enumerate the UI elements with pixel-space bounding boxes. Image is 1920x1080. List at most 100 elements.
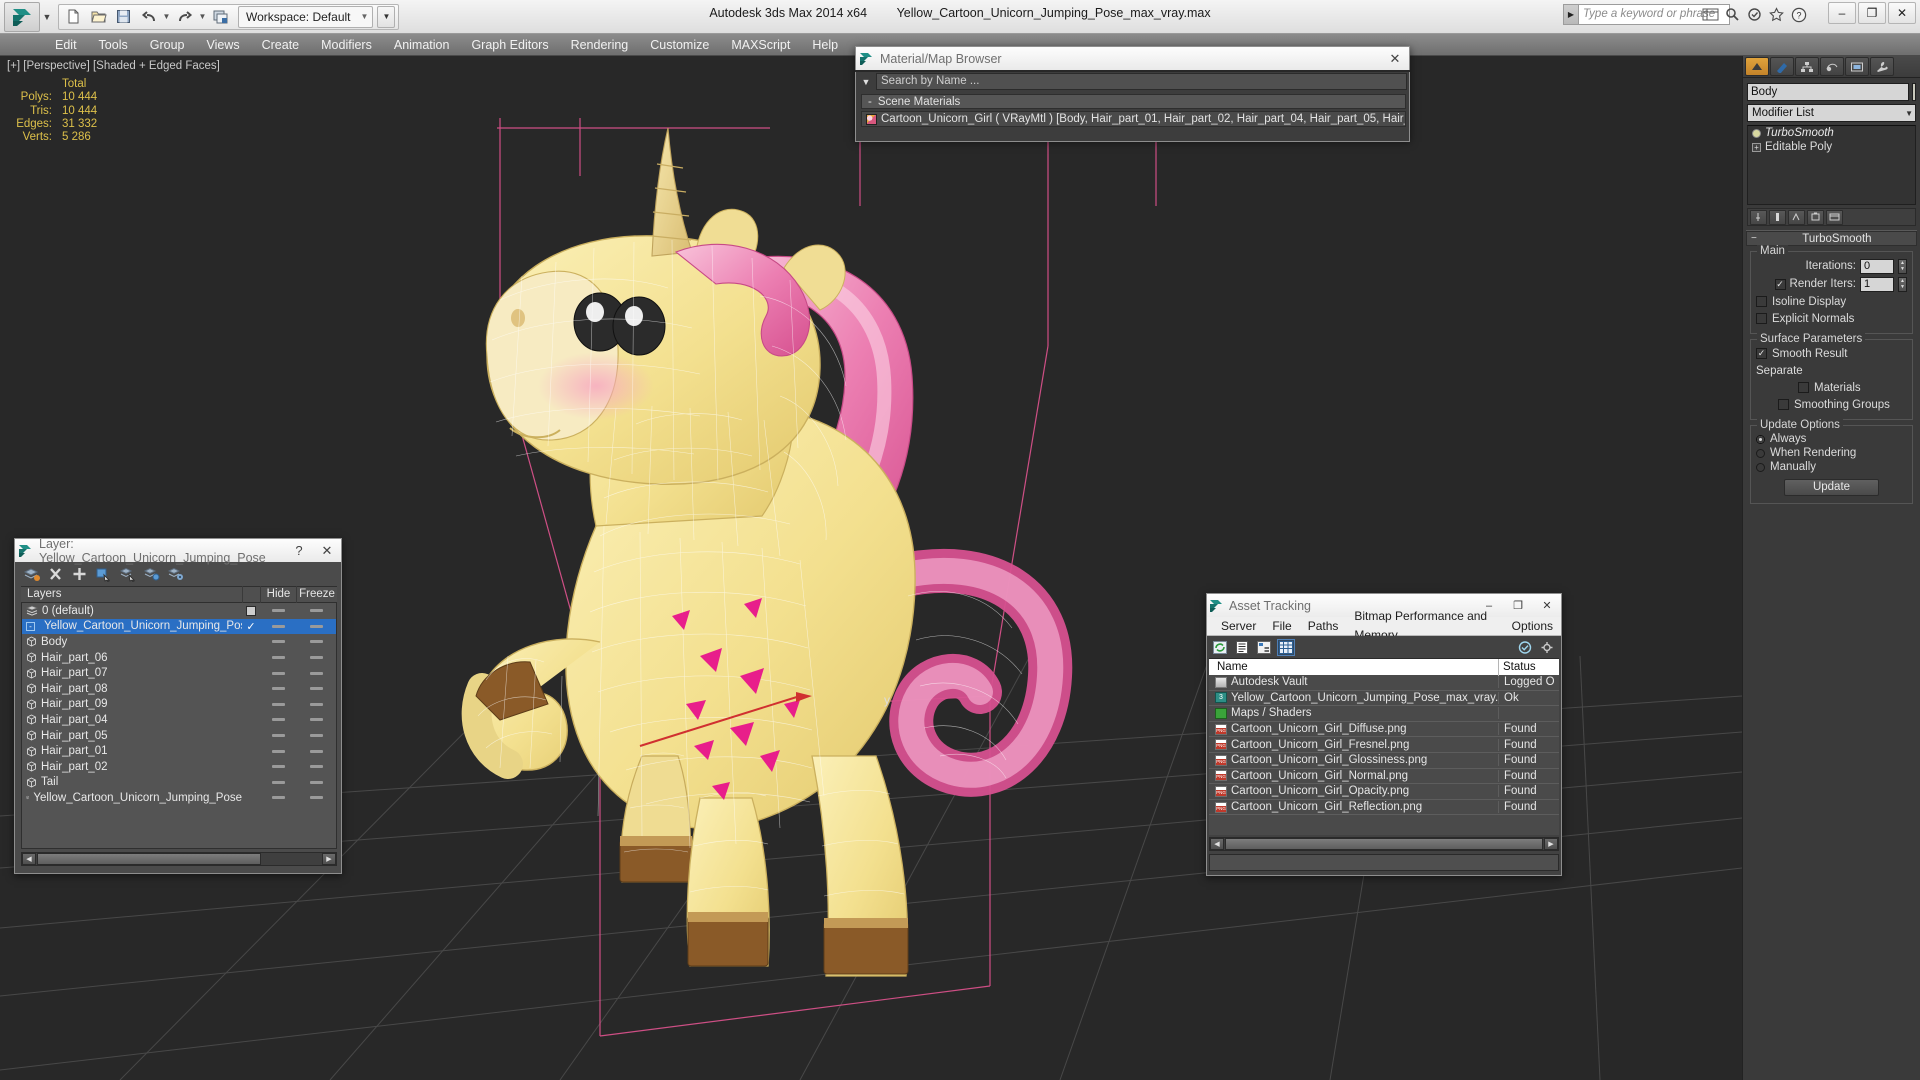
tab-create[interactable] xyxy=(1745,57,1769,76)
hide-dash-icon[interactable] xyxy=(271,624,285,628)
asset-table-body[interactable]: Autodesk Vault Logged O 3 Yellow_Cartoon_Un… xyxy=(1209,675,1559,835)
render-iters-spinner[interactable]: ▲ ▼ xyxy=(1898,276,1907,292)
vault-settings-icon[interactable] xyxy=(1538,639,1556,656)
select-layer-objects-icon[interactable] xyxy=(119,566,136,583)
redo-dropdown-caret-icon[interactable]: ▼ xyxy=(198,12,207,21)
layer-freeze-cell[interactable] xyxy=(296,780,336,784)
scene-materials-toggle-icon[interactable]: - xyxy=(868,96,872,108)
modifier-stack[interactable]: TurboSmooth + Editable Poly xyxy=(1747,125,1916,205)
material-list-item[interactable]: Cartoon_Unicorn_Girl ( VRayMtl ) [Body, … xyxy=(861,111,1406,127)
layer-row[interactable]: 0 (default) xyxy=(22,603,336,619)
asset-row[interactable]: Autodesk Vault Logged O xyxy=(1209,675,1559,691)
layer-freeze-cell[interactable] xyxy=(296,765,336,769)
menu-item-animation[interactable]: Animation xyxy=(383,34,461,56)
iterations-spinner[interactable]: ▲ ▼ xyxy=(1898,258,1907,274)
scroll-left-icon[interactable]: ◀ xyxy=(22,853,36,865)
layer-freeze-cell[interactable] xyxy=(296,749,336,753)
pin-stack-icon[interactable] xyxy=(1750,209,1767,225)
layer-hide-cell[interactable] xyxy=(260,718,296,722)
layer-name-cell[interactable]: Hair_part_02 xyxy=(22,761,242,773)
radio-button[interactable] xyxy=(1756,462,1765,472)
layer-current-checkbox[interactable] xyxy=(246,605,256,616)
modifier-list-dropdown[interactable]: Modifier List ▼ xyxy=(1747,104,1916,122)
scroll-thumb[interactable] xyxy=(37,853,261,865)
asset-row[interactable]: Cartoon_Unicorn_Girl_Diffuse.png Found xyxy=(1209,722,1559,738)
infocenter-icon[interactable] xyxy=(1701,5,1720,24)
update-button[interactable]: Update xyxy=(1784,479,1879,496)
layer-hide-cell[interactable] xyxy=(260,796,296,800)
minimize-button[interactable]: – xyxy=(1828,2,1856,24)
asset-menu-item-paths[interactable]: Paths xyxy=(1300,617,1347,636)
light-bulb-icon[interactable] xyxy=(1752,128,1761,138)
smooth-result-checkbox[interactable] xyxy=(1756,348,1767,359)
update-option-row[interactable]: When Rendering xyxy=(1756,446,1907,460)
layer-dialog[interactable]: Layer: Yellow_Cartoon_Unicorn_Jumping_Po… xyxy=(14,537,342,874)
menu-item-create[interactable]: Create xyxy=(251,34,311,56)
layer-hide-cell[interactable] xyxy=(260,734,296,738)
close-button[interactable]: ✕ xyxy=(1888,2,1916,24)
object-name-input[interactable] xyxy=(1747,83,1909,101)
layer-name-cell[interactable]: Hair_part_06 xyxy=(22,652,242,664)
freeze-dash-icon[interactable] xyxy=(309,796,323,800)
separate-smoothing-groups-checkbox[interactable] xyxy=(1778,399,1789,410)
asset-scroll-right-icon[interactable]: ▶ xyxy=(1544,838,1558,850)
menu-item-group[interactable]: Group xyxy=(139,34,196,56)
rollout-toggle-icon[interactable]: − xyxy=(1751,233,1757,244)
menu-item-edit[interactable]: Edit xyxy=(44,34,88,56)
layer-hide-cell[interactable] xyxy=(260,780,296,784)
layer-current-check-icon[interactable]: ✓ xyxy=(246,620,255,633)
layer-freeze-cell[interactable] xyxy=(296,656,336,660)
rollout-header[interactable]: − TurboSmooth xyxy=(1746,231,1917,246)
asset-name-cell[interactable]: Maps / Shaders xyxy=(1209,707,1499,720)
tab-hierarchy[interactable] xyxy=(1795,57,1819,76)
hide-dash-icon[interactable] xyxy=(271,640,285,644)
hide-dash-icon[interactable] xyxy=(271,702,285,706)
isoline-display-checkbox[interactable] xyxy=(1756,296,1767,307)
menu-item-graph-editors[interactable]: Graph Editors xyxy=(460,34,559,56)
expand-plus-icon[interactable]: + xyxy=(1752,142,1761,152)
freeze-dash-icon[interactable] xyxy=(309,687,323,691)
workspace-dropdown-button[interactable]: ▼ xyxy=(377,5,396,28)
layer-current-cell[interactable]: ✓ xyxy=(242,620,260,633)
menu-item-maxscript[interactable]: MAXScript xyxy=(720,34,801,56)
app-logo-button[interactable] xyxy=(4,2,40,32)
freeze-dash-icon[interactable] xyxy=(309,702,323,706)
create-new-layer-icon[interactable] xyxy=(23,566,40,583)
add-selection-icon[interactable] xyxy=(71,566,88,583)
layer-name-cell[interactable]: Hair_part_09 xyxy=(22,698,242,710)
layer-row[interactable]: Hair_part_07 xyxy=(22,665,336,681)
layer-name-cell[interactable]: Tail xyxy=(22,776,242,788)
asset-row[interactable]: Cartoon_Unicorn_Girl_Reflection.png Found xyxy=(1209,800,1559,816)
layer-properties-icon[interactable] xyxy=(167,566,184,583)
asset-name-cell[interactable]: Cartoon_Unicorn_Girl_Opacity.png xyxy=(1209,785,1499,798)
hide-dash-icon[interactable] xyxy=(271,780,285,784)
layer-freeze-cell[interactable] xyxy=(296,640,336,644)
asset-name-cell[interactable]: Cartoon_Unicorn_Girl_Glossiness.png xyxy=(1209,754,1499,767)
refresh-icon[interactable] xyxy=(1211,639,1229,656)
asset-row[interactable]: Cartoon_Unicorn_Girl_Normal.png Found xyxy=(1209,769,1559,785)
layer-hide-cell[interactable] xyxy=(260,765,296,769)
project-folder-icon[interactable] xyxy=(209,6,232,28)
hide-dash-icon[interactable] xyxy=(271,796,285,800)
scene-materials-group-header[interactable]: - Scene Materials xyxy=(861,94,1406,109)
menu-item-help[interactable]: Help xyxy=(801,34,849,56)
layer-dialog-close-button[interactable]: ✕ xyxy=(316,541,338,561)
delete-layer-icon[interactable] xyxy=(47,566,64,583)
hide-dash-icon[interactable] xyxy=(271,765,285,769)
tab-display[interactable] xyxy=(1845,57,1869,76)
layer-hide-cell[interactable] xyxy=(260,609,296,613)
save-file-icon[interactable] xyxy=(112,6,135,28)
freeze-dash-icon[interactable] xyxy=(309,609,323,613)
search-icon[interactable] xyxy=(1723,5,1742,24)
freeze-dash-icon[interactable] xyxy=(309,749,323,753)
asset-row[interactable]: Maps / Shaders xyxy=(1209,706,1559,722)
freeze-dash-icon[interactable] xyxy=(309,780,323,784)
material-search-input[interactable]: Search by Name ... xyxy=(876,73,1407,90)
layer-freeze-cell[interactable] xyxy=(296,734,336,738)
asset-scroll-thumb[interactable] xyxy=(1225,838,1543,850)
asset-horizontal-scrollbar[interactable]: ◀ ▶ xyxy=(1209,837,1559,851)
layer-row[interactable]: Hair_part_06 xyxy=(22,650,336,666)
search-caret-icon[interactable]: ▶ xyxy=(1563,4,1578,25)
remove-modifier-icon[interactable] xyxy=(1807,209,1824,225)
layer-freeze-cell[interactable] xyxy=(296,624,336,628)
